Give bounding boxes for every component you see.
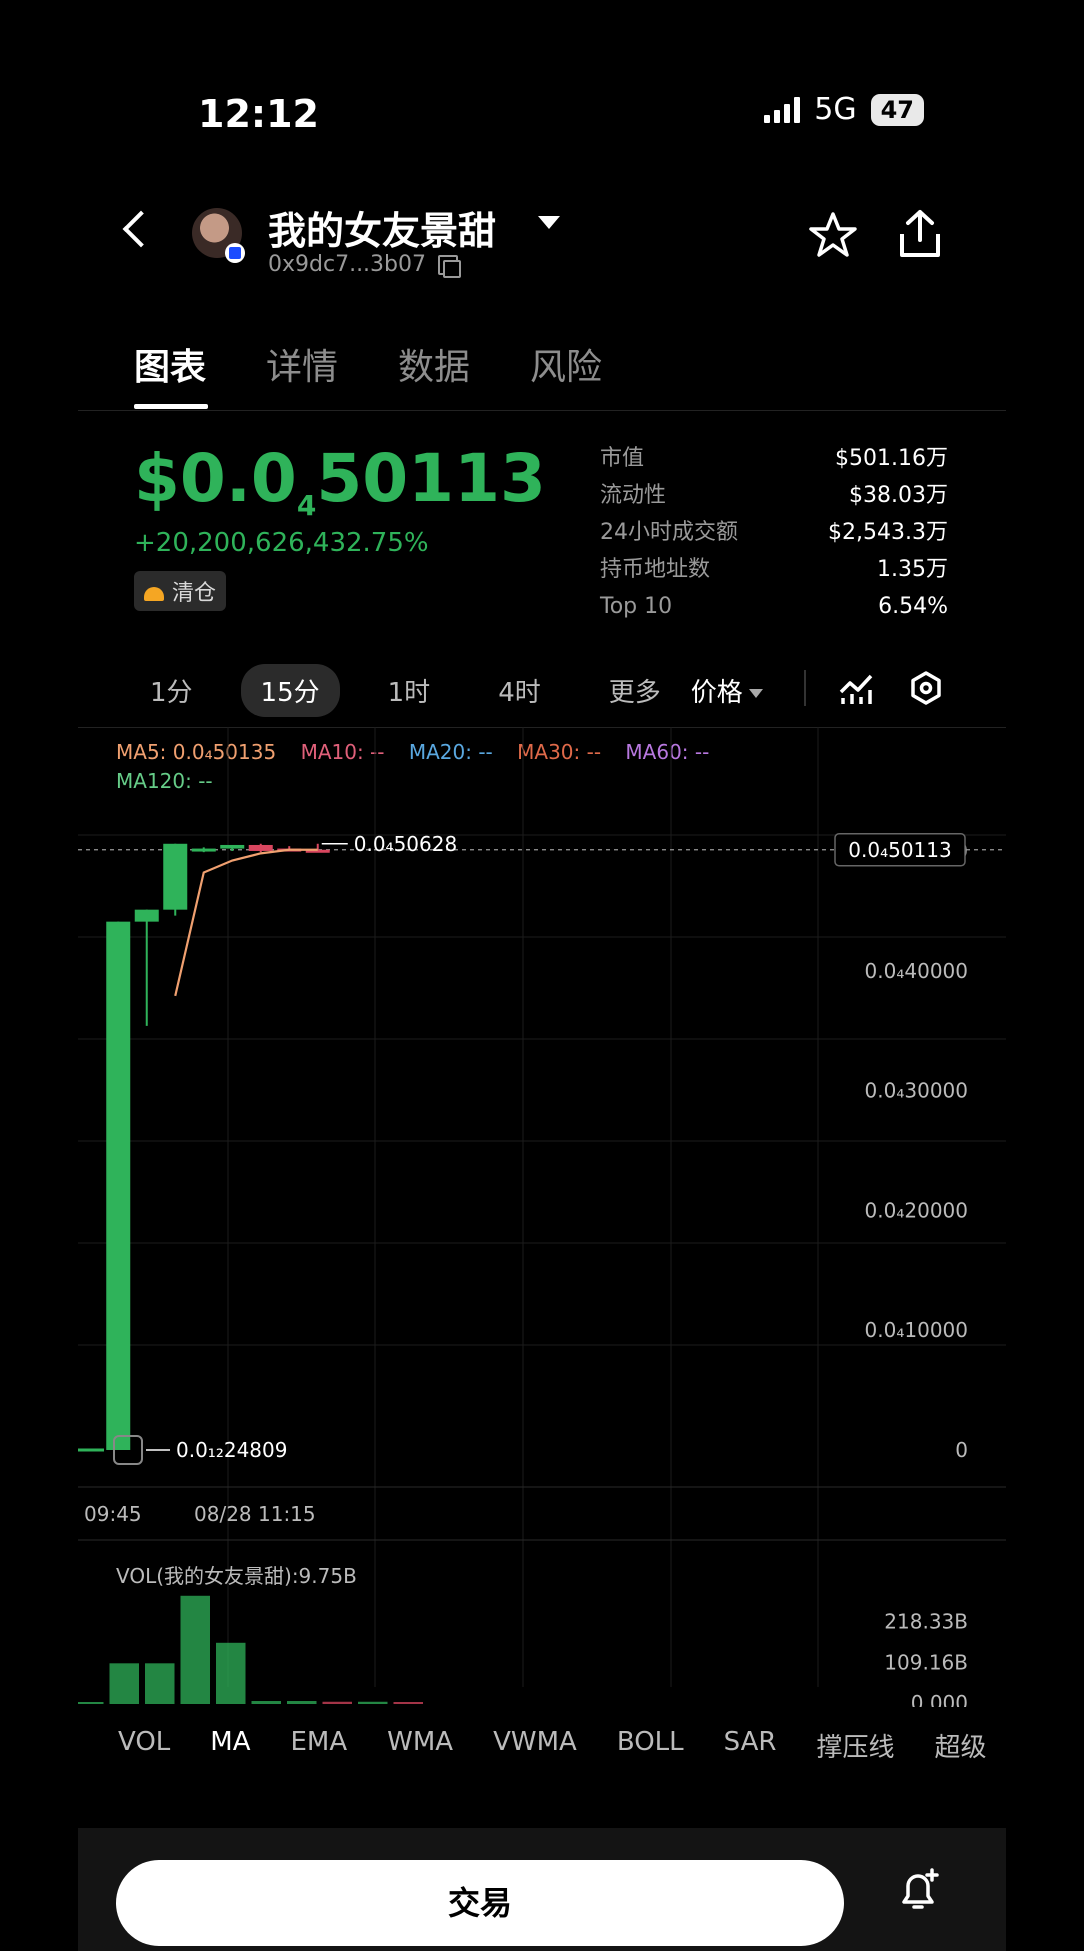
chevron-down-icon (748, 689, 763, 698)
timeframe-bar: 1分 15分 1时 4时 更多 价格 (130, 664, 763, 717)
timeframe-1h[interactable]: 1时 (368, 664, 451, 717)
volume-bar (109, 1663, 139, 1704)
tab-chart[interactable]: 图表 (134, 338, 206, 390)
token-name[interactable]: 我的女友景甜 (268, 200, 496, 255)
copy-icon[interactable] (438, 255, 461, 278)
indicator-icon[interactable] (838, 672, 874, 706)
tab-wma[interactable]: WMA (387, 1727, 453, 1764)
high-label: 0.0₄50628 (354, 832, 457, 856)
hat-icon (144, 587, 164, 601)
low-label: 0.0₁₂24809 (176, 1438, 287, 1462)
tab-ma[interactable]: MA (210, 1727, 250, 1764)
volume-bar (322, 1701, 352, 1704)
main-tabs: 图表 详情 数据 风险 (134, 338, 602, 390)
tab-sar[interactable]: SAR (724, 1727, 777, 1764)
network-label: 5G (814, 92, 857, 127)
volume-bar (180, 1595, 210, 1704)
star-icon[interactable] (808, 210, 858, 260)
timeframe-4h[interactable]: 4时 (478, 664, 561, 717)
status-badge: 清仓 (134, 571, 227, 611)
tab-vwma[interactable]: VWMA (493, 1727, 577, 1764)
tab-support-resistance[interactable]: 撑压线 (816, 1727, 894, 1764)
settings-icon[interactable] (908, 670, 944, 706)
y-tick-label: 0.0₄10000 (865, 1318, 968, 1342)
y-tick-label: 0.0₄40000 (865, 959, 968, 983)
price-alert-icon[interactable] (896, 1868, 940, 1912)
tab-indicator (134, 404, 208, 409)
y-tick-label: 0.0₄30000 (865, 1079, 968, 1103)
tab-data[interactable]: 数据 (398, 338, 470, 390)
candle-body (220, 844, 245, 849)
current-price-label: 0.0₄50113 (848, 838, 951, 862)
tab-super[interactable]: 超级 (935, 1727, 987, 1764)
price-dropdown[interactable]: 价格 (691, 672, 763, 709)
tab-details[interactable]: 详情 (266, 338, 338, 390)
volume-tick-label: 0.000 (911, 1691, 968, 1707)
price-change: +20,200,626,432.75% (134, 528, 429, 558)
tab-ema[interactable]: EMA (291, 1727, 348, 1764)
stat-row: Top 10 6.54% (600, 594, 948, 619)
current-price: $0.0450113 (134, 440, 546, 523)
timeframe-15m[interactable]: 15分 (240, 664, 340, 717)
back-icon[interactable] (122, 210, 160, 248)
status-time: 12:12 (198, 92, 319, 136)
tab-vol[interactable]: VOL (118, 1727, 170, 1764)
volume-label: VOL(我的女友景甜):9.75B (116, 1564, 357, 1588)
trade-button[interactable]: 交易 (116, 1860, 844, 1946)
volume-bar (78, 1702, 104, 1704)
indicator-tabs: VOL MA EMA WMA VWMA BOLL SAR 撑压线 超级 (118, 1727, 1027, 1764)
tab-boll[interactable]: BOLL (617, 1727, 684, 1764)
stat-row: 市值 $501.16万 (600, 446, 948, 471)
volume-bar (145, 1663, 175, 1704)
divider (804, 670, 806, 706)
volume-tick-label: 218.33B (884, 1610, 968, 1634)
candle-body (106, 921, 131, 1450)
volume-tick-label: 109.16B (884, 1650, 968, 1674)
time-tick: 09:45 (84, 1502, 142, 1526)
candle-body (248, 844, 273, 851)
stat-row: 流动性 $38.03万 (600, 483, 948, 508)
contract-address: 0x9dc7...3b07 (268, 252, 427, 277)
signal-icon (764, 96, 801, 123)
timeframe-more[interactable]: 更多 (589, 664, 681, 717)
status-indicators: 5G 47 (764, 92, 924, 127)
y-tick-label: 0 (955, 1438, 968, 1462)
timeframe-1m[interactable]: 1分 (130, 664, 213, 717)
chain-badge-icon (225, 243, 245, 263)
candle-body (134, 909, 159, 922)
stat-row: 24小时成交额 $2,543.3万 (600, 520, 948, 545)
volume-bar (393, 1702, 423, 1704)
volume-bar (287, 1701, 317, 1704)
share-icon[interactable] (896, 208, 944, 260)
stat-row: 持币地址数 1.35万 (600, 557, 948, 582)
tab-risk[interactable]: 风险 (530, 338, 602, 390)
battery-icon: 47 (870, 93, 924, 126)
volume-bar (251, 1701, 281, 1704)
stats-panel: 市值 $501.16万 流动性 $38.03万 24小时成交额 $2,543.3万 持… (600, 440, 948, 625)
chevron-down-icon[interactable] (538, 216, 560, 229)
ma5-line (174, 848, 318, 997)
volume-bar (216, 1642, 246, 1704)
divider (78, 410, 1006, 411)
volume-bar (358, 1701, 388, 1704)
candle-body (163, 843, 188, 910)
candle-body (191, 848, 216, 852)
time-tick: 08/28 11:15 (194, 1502, 316, 1526)
y-tick-label: 0.0₄20000 (865, 1198, 968, 1222)
